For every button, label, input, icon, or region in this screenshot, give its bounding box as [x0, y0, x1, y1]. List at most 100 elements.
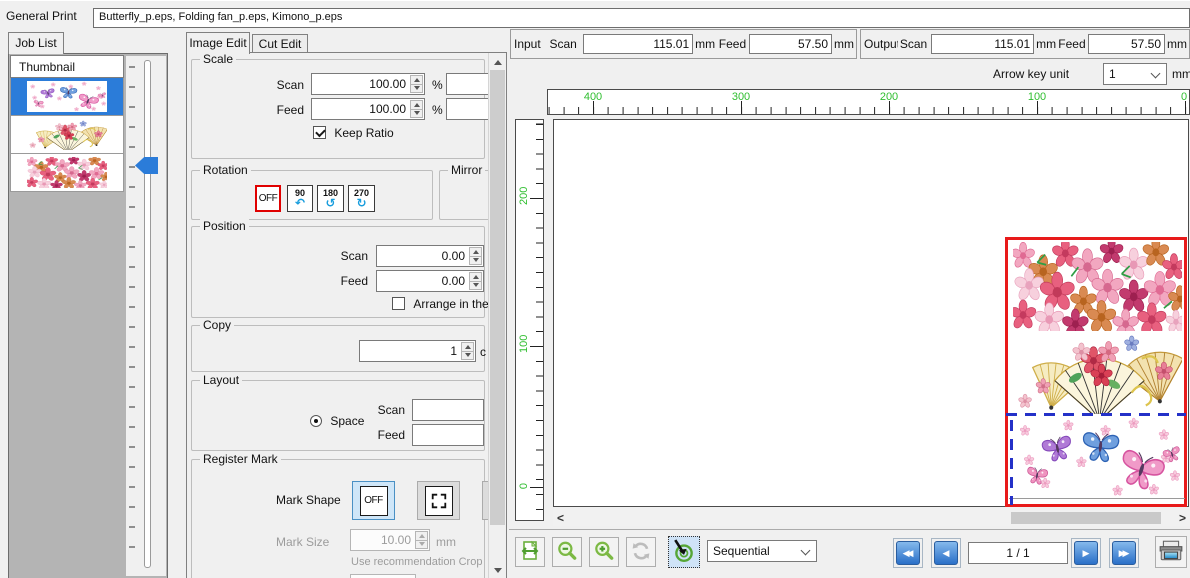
- h-scroll-left-icon[interactable]: <: [557, 511, 564, 525]
- input-scan-unit: mm: [695, 37, 717, 51]
- layout-group-title: Layout: [200, 373, 242, 387]
- rotation-270-button[interactable]: 270 ↻: [348, 185, 375, 212]
- slider-tick-marks: [129, 66, 135, 566]
- layout-feed-input[interactable]: [412, 424, 484, 446]
- canvas-h-scrollbar[interactable]: < >: [553, 510, 1190, 526]
- position-group: Position Scan 0.00 Feed 0.00 Arrange in …: [191, 226, 485, 318]
- h-scroll-right-icon[interactable]: >: [1179, 511, 1186, 525]
- copy-group-title: Copy: [200, 318, 234, 332]
- arrange-checkbox[interactable]: Arrange in the: [392, 297, 489, 311]
- layout-feed-label: Feed: [370, 428, 405, 442]
- job-file-names: Butterfly_p.eps, Folding fan_p.eps, Kimo…: [99, 11, 342, 23]
- vertical-ruler-ticks: [536, 120, 543, 520]
- crop-marks-icon: [425, 486, 453, 516]
- output-feed-field[interactable]: 57.50: [1088, 34, 1165, 54]
- layout-preview-canvas[interactable]: [553, 119, 1189, 507]
- layout-space-radio-button[interactable]: [310, 415, 322, 427]
- scale-scan-input[interactable]: 100.00: [311, 73, 425, 95]
- keep-ratio-checkbox-box[interactable]: [313, 126, 326, 139]
- scale-feed-percent: %: [432, 103, 442, 117]
- arrange-checkbox-box[interactable]: [392, 297, 405, 310]
- jump-position-tool-button[interactable]: [668, 536, 700, 568]
- input-feed-field[interactable]: 57.50: [749, 34, 832, 54]
- scroll-up-icon[interactable]: [489, 53, 506, 70]
- output-scan-unit: mm: [1036, 37, 1056, 51]
- rasterlink-job-editor-window: General Print Butterfly_p.eps, Folding f…: [0, 0, 1190, 578]
- position-feed-value: 0.00: [442, 274, 465, 288]
- fit-width-button[interactable]: [515, 537, 545, 567]
- display-order-select[interactable]: Sequential: [707, 540, 817, 562]
- clipped-bottom-field: [350, 574, 416, 578]
- canvas-h-scrollbar-thumb[interactable]: [1011, 512, 1161, 524]
- butterfly-preview-image[interactable]: [1013, 416, 1182, 498]
- rotate-90-icon: ↶: [288, 198, 312, 209]
- zoom-in-button[interactable]: [589, 537, 619, 567]
- position-feed-spinner[interactable]: [469, 272, 482, 290]
- rotate-180-icon: ↺: [318, 198, 343, 209]
- position-scan-input[interactable]: 0.00: [376, 245, 484, 267]
- scale-feed-spinner[interactable]: [410, 100, 423, 118]
- h-ruler-label-400: 400: [584, 91, 602, 103]
- page-indicator-field[interactable]: 1 / 1: [968, 542, 1068, 564]
- output-label: Output: [864, 37, 898, 51]
- register-mark-group-title: Register Mark: [200, 452, 281, 466]
- input-scan-field[interactable]: 115.01: [583, 34, 693, 54]
- scroll-down-icon[interactable]: [489, 561, 506, 578]
- mark-shape-crop-marks-button[interactable]: [417, 481, 460, 520]
- scale-feed-mm-field[interactable]: [446, 98, 490, 120]
- thumbnail-item-butterfly[interactable]: [10, 78, 124, 116]
- thumbnail-item-kimono[interactable]: [10, 154, 124, 192]
- zoom-out-button[interactable]: [552, 537, 582, 567]
- tab-general-print[interactable]: General Print: [6, 9, 77, 23]
- folding-fan-preview-image[interactable]: [1013, 331, 1182, 414]
- mark-size-unit: mm: [436, 535, 456, 549]
- layout-space-radio[interactable]: Space: [310, 414, 364, 428]
- tab-job-list[interactable]: Job List: [8, 32, 64, 54]
- page-last-icon: ▶▶: [1112, 541, 1136, 565]
- tab-image-edit[interactable]: Image Edit: [186, 32, 250, 54]
- copy-count-value: 1: [450, 344, 457, 358]
- arrow-key-unit-value: 1: [1109, 67, 1116, 81]
- edit-panel-scrollbar-thumb[interactable]: [490, 70, 505, 525]
- page-prev-button[interactable]: ◀: [931, 538, 961, 568]
- scale-feed-input[interactable]: 100.00: [311, 98, 425, 120]
- page-first-button[interactable]: ◀◀: [893, 538, 923, 568]
- scale-scan-mm-field[interactable]: [446, 73, 490, 95]
- scale-scan-value: 100.00: [369, 77, 406, 91]
- position-scan-spinner[interactable]: [469, 247, 482, 265]
- copy-count-spinner[interactable]: [461, 342, 474, 360]
- slider-track[interactable]: [144, 60, 151, 568]
- output-scan-field[interactable]: 115.01: [931, 34, 1034, 54]
- mark-hint-label: Use recommendation Crop: [351, 556, 482, 568]
- input-feed-unit: mm: [834, 37, 854, 51]
- scale-group: Scale Scan 100.00 % Feed 100.00 % Keep R…: [191, 59, 485, 159]
- kimono-preview-image[interactable]: [1013, 242, 1182, 331]
- arrow-key-unit-select[interactable]: 1: [1103, 63, 1167, 85]
- thumbnail-item-folding-fan[interactable]: [10, 116, 124, 154]
- thumbnail-column-header: Thumbnail: [10, 55, 124, 78]
- output-scan-label: Scan: [900, 37, 929, 51]
- arrow-key-unit-label: Arrow key unit: [993, 67, 1069, 81]
- mark-shape-off-button[interactable]: OFF: [352, 481, 395, 520]
- chevron-down-icon: [801, 546, 811, 556]
- position-feed-input[interactable]: 0.00: [376, 270, 484, 292]
- rotation-90-button[interactable]: 90 ↶: [287, 185, 313, 212]
- output-feed-unit: mm: [1167, 37, 1187, 51]
- tab-cut-edit[interactable]: Cut Edit: [252, 34, 308, 54]
- job-list-panel: Thumbnail: [8, 53, 168, 578]
- edit-panel-scrollbar[interactable]: [488, 53, 506, 578]
- scale-scan-percent: %: [432, 78, 442, 92]
- layout-scan-label: Scan: [370, 403, 405, 417]
- keep-ratio-checkbox[interactable]: Keep Ratio: [313, 126, 394, 140]
- slider-handle-icon[interactable]: [135, 157, 158, 174]
- preview-toolbar: Sequential ◀◀ ◀ 1 / 1 ▶ ▶▶: [509, 529, 1190, 578]
- page-next-button[interactable]: ▶: [1071, 538, 1101, 568]
- rotation-180-button[interactable]: 180 ↺: [317, 185, 344, 212]
- layout-scan-input[interactable]: [412, 399, 484, 421]
- page-last-button[interactable]: ▶▶: [1109, 538, 1139, 568]
- rotation-off-button[interactable]: OFF: [255, 185, 281, 212]
- rotation-group: Rotation OFF 90 ↶ 180 ↺ 270 ↻: [191, 170, 433, 220]
- printer-preview-button[interactable]: [1155, 536, 1187, 568]
- scale-scan-spinner[interactable]: [410, 75, 423, 93]
- copy-count-input[interactable]: 1: [359, 340, 476, 362]
